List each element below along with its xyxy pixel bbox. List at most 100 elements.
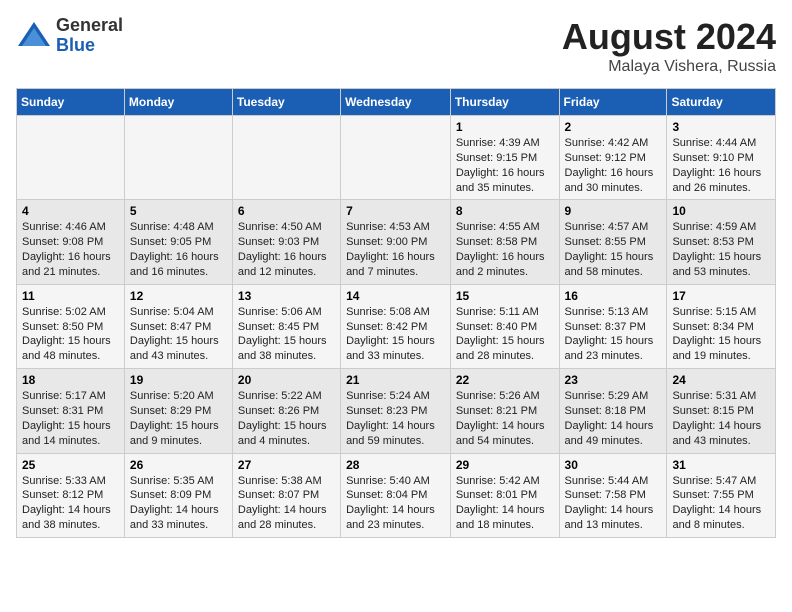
table-row: 24 Sunrise: 5:31 AM Sunset: 8:15 PM Dayli… <box>667 369 776 453</box>
day-info: Sunrise: 4:53 AM Sunset: 9:00 PM Dayligh… <box>346 220 445 279</box>
day-info: Sunrise: 5:22 AM Sunset: 8:26 PM Dayligh… <box>238 389 335 448</box>
col-tuesday: Tuesday <box>232 89 340 116</box>
day-number: 28 <box>346 458 445 472</box>
logo: General Blue <box>16 16 123 56</box>
day-number: 3 <box>672 120 770 134</box>
day-number: 16 <box>565 289 662 303</box>
table-row: 7 Sunrise: 4:53 AM Sunset: 9:00 PM Daylig… <box>341 200 451 284</box>
day-number: 31 <box>672 458 770 472</box>
day-number: 6 <box>238 204 335 218</box>
calendar-table: Sunday Monday Tuesday Wednesday Thursday… <box>16 88 776 538</box>
day-number: 11 <box>22 289 119 303</box>
calendar-header: Sunday Monday Tuesday Wednesday Thursday… <box>17 89 776 116</box>
header-row: Sunday Monday Tuesday Wednesday Thursday… <box>17 89 776 116</box>
day-info: Sunrise: 5:33 AM Sunset: 8:12 PM Dayligh… <box>22 474 119 533</box>
day-info: Sunrise: 5:13 AM Sunset: 8:37 PM Dayligh… <box>565 305 662 364</box>
logo-text: General Blue <box>56 16 123 56</box>
day-number: 12 <box>130 289 227 303</box>
page-header: General Blue August 2024 Malaya Vishera,… <box>16 16 776 76</box>
logo-icon <box>16 18 52 54</box>
day-info: Sunrise: 4:44 AM Sunset: 9:10 PM Dayligh… <box>672 136 770 195</box>
table-row <box>232 116 340 200</box>
day-number: 17 <box>672 289 770 303</box>
table-row: 11Sunrise: 5:02 AM Sunset: 8:50 PM Dayli… <box>17 284 125 368</box>
day-info: Sunrise: 4:46 AM Sunset: 9:08 PM Dayligh… <box>22 220 119 279</box>
day-info: Sunrise: 4:48 AM Sunset: 9:05 PM Dayligh… <box>130 220 227 279</box>
day-number: 20 <box>238 373 335 387</box>
day-info: Sunrise: 5:06 AM Sunset: 8:45 PM Dayligh… <box>238 305 335 364</box>
table-row: 22 Sunrise: 5:26 AM Sunset: 8:21 PM Dayli… <box>450 369 559 453</box>
table-row: 14 Sunrise: 5:08 AM Sunset: 8:42 PM Dayli… <box>341 284 451 368</box>
day-info: Sunrise: 5:47 AM Sunset: 7:55 PM Dayligh… <box>672 474 770 533</box>
col-saturday: Saturday <box>667 89 776 116</box>
table-row: 18Sunrise: 5:17 AM Sunset: 8:31 PM Dayli… <box>17 369 125 453</box>
table-row: 23Sunrise: 5:29 AM Sunset: 8:18 PM Dayli… <box>559 369 667 453</box>
day-number: 22 <box>456 373 554 387</box>
table-row: 15Sunrise: 5:11 AM Sunset: 8:40 PM Dayli… <box>450 284 559 368</box>
table-row <box>341 116 451 200</box>
day-info: Sunrise: 5:26 AM Sunset: 8:21 PM Dayligh… <box>456 389 554 448</box>
table-row: 21Sunrise: 5:24 AM Sunset: 8:23 PM Dayli… <box>341 369 451 453</box>
subtitle: Malaya Vishera, Russia <box>562 58 776 76</box>
day-info: Sunrise: 5:38 AM Sunset: 8:07 PM Dayligh… <box>238 474 335 533</box>
col-sunday: Sunday <box>17 89 125 116</box>
day-number: 24 <box>672 373 770 387</box>
day-number: 26 <box>130 458 227 472</box>
day-info: Sunrise: 4:50 AM Sunset: 9:03 PM Dayligh… <box>238 220 335 279</box>
day-number: 25 <box>22 458 119 472</box>
day-number: 7 <box>346 204 445 218</box>
col-friday: Friday <box>559 89 667 116</box>
table-row: 30Sunrise: 5:44 AM Sunset: 7:58 PM Dayli… <box>559 453 667 537</box>
day-number: 2 <box>565 120 662 134</box>
day-info: Sunrise: 5:15 AM Sunset: 8:34 PM Dayligh… <box>672 305 770 364</box>
table-row: 20 Sunrise: 5:22 AM Sunset: 8:26 PM Dayli… <box>232 369 340 453</box>
col-wednesday: Wednesday <box>341 89 451 116</box>
table-row: 16 Sunrise: 5:13 AM Sunset: 8:37 PM Dayli… <box>559 284 667 368</box>
table-row: 25 Sunrise: 5:33 AM Sunset: 8:12 PM Dayli… <box>17 453 125 537</box>
day-number: 1 <box>456 120 554 134</box>
day-number: 8 <box>456 204 554 218</box>
day-info: Sunrise: 4:42 AM Sunset: 9:12 PM Dayligh… <box>565 136 662 195</box>
day-number: 13 <box>238 289 335 303</box>
day-number: 30 <box>565 458 662 472</box>
day-info: Sunrise: 5:42 AM Sunset: 8:01 PM Dayligh… <box>456 474 554 533</box>
week-row-1: 1 Sunrise: 4:39 AM Sunset: 9:15 PM Daylig… <box>17 116 776 200</box>
day-number: 5 <box>130 204 227 218</box>
day-info: Sunrise: 4:39 AM Sunset: 9:15 PM Dayligh… <box>456 136 554 195</box>
day-number: 10 <box>672 204 770 218</box>
table-row: 27 Sunrise: 5:38 AM Sunset: 8:07 PM Dayli… <box>232 453 340 537</box>
day-info: Sunrise: 5:35 AM Sunset: 8:09 PM Dayligh… <box>130 474 227 533</box>
table-row: 26 Sunrise: 5:35 AM Sunset: 8:09 PM Dayli… <box>124 453 232 537</box>
day-number: 27 <box>238 458 335 472</box>
day-info: Sunrise: 4:55 AM Sunset: 8:58 PM Dayligh… <box>456 220 554 279</box>
day-info: Sunrise: 5:31 AM Sunset: 8:15 PM Dayligh… <box>672 389 770 448</box>
table-row: 8 Sunrise: 4:55 AM Sunset: 8:58 PM Daylig… <box>450 200 559 284</box>
col-thursday: Thursday <box>450 89 559 116</box>
table-row: 2 Sunrise: 4:42 AM Sunset: 9:12 PM Daylig… <box>559 116 667 200</box>
table-row: 6 Sunrise: 4:50 AM Sunset: 9:03 PM Daylig… <box>232 200 340 284</box>
day-number: 14 <box>346 289 445 303</box>
logo-blue: Blue <box>56 35 95 55</box>
day-info: Sunrise: 5:04 AM Sunset: 8:47 PM Dayligh… <box>130 305 227 364</box>
week-row-3: 11Sunrise: 5:02 AM Sunset: 8:50 PM Dayli… <box>17 284 776 368</box>
day-info: Sunrise: 5:20 AM Sunset: 8:29 PM Dayligh… <box>130 389 227 448</box>
day-number: 29 <box>456 458 554 472</box>
week-row-4: 18Sunrise: 5:17 AM Sunset: 8:31 PM Dayli… <box>17 369 776 453</box>
table-row: 29 Sunrise: 5:42 AM Sunset: 8:01 PM Dayli… <box>450 453 559 537</box>
week-row-5: 25 Sunrise: 5:33 AM Sunset: 8:12 PM Dayli… <box>17 453 776 537</box>
table-row: 1 Sunrise: 4:39 AM Sunset: 9:15 PM Daylig… <box>450 116 559 200</box>
table-row: 10 Sunrise: 4:59 AM Sunset: 8:53 PM Dayli… <box>667 200 776 284</box>
table-row <box>17 116 125 200</box>
week-row-2: 4Sunrise: 4:46 AM Sunset: 9:08 PM Daylig… <box>17 200 776 284</box>
day-info: Sunrise: 5:08 AM Sunset: 8:42 PM Dayligh… <box>346 305 445 364</box>
day-info: Sunrise: 4:57 AM Sunset: 8:55 PM Dayligh… <box>565 220 662 279</box>
logo-general: General <box>56 15 123 35</box>
day-info: Sunrise: 4:59 AM Sunset: 8:53 PM Dayligh… <box>672 220 770 279</box>
table-row: 13 Sunrise: 5:06 AM Sunset: 8:45 PM Dayli… <box>232 284 340 368</box>
table-row: 28Sunrise: 5:40 AM Sunset: 8:04 PM Dayli… <box>341 453 451 537</box>
table-row: 3 Sunrise: 4:44 AM Sunset: 9:10 PM Daylig… <box>667 116 776 200</box>
day-number: 9 <box>565 204 662 218</box>
day-info: Sunrise: 5:29 AM Sunset: 8:18 PM Dayligh… <box>565 389 662 448</box>
day-number: 18 <box>22 373 119 387</box>
table-row: 5 Sunrise: 4:48 AM Sunset: 9:05 PM Daylig… <box>124 200 232 284</box>
